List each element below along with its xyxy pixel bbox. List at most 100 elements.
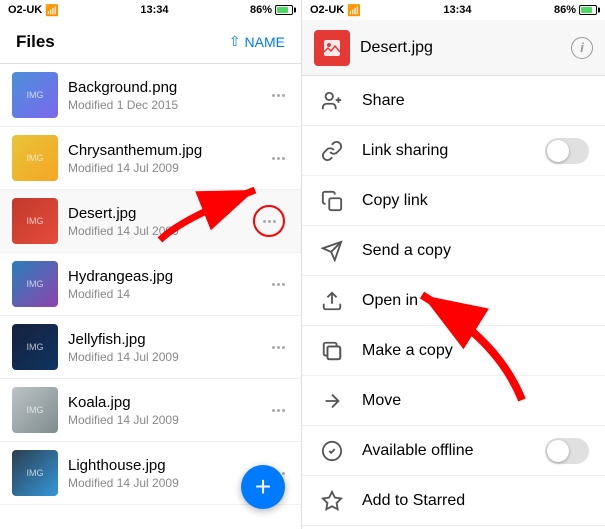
menu-item-available-offline[interactable]: Available offline — [302, 426, 605, 476]
right-header: Desert.jpg i — [302, 20, 605, 76]
file-item-chrysanthemum[interactable]: IMG Chrysanthemum.jpg Modified 14 Jul 20… — [0, 127, 301, 190]
menu-item-link-sharing[interactable]: Link sharing — [302, 126, 605, 176]
make-copy-icon — [318, 337, 346, 365]
right-carrier-label: O2-UK — [310, 4, 344, 16]
move-icon — [318, 387, 346, 415]
file-thumb-hydrangeas: IMG — [12, 261, 58, 307]
file-date-hydrangeas: Modified 14 — [68, 287, 258, 301]
file-name-lighthouse: Lighthouse.jpg — [68, 457, 258, 474]
file-thumb-desert: IMG — [12, 198, 58, 244]
file-more-desert[interactable] — [249, 201, 289, 241]
file-thumb-jellyfish: IMG — [12, 324, 58, 370]
move-label: Move — [362, 392, 589, 410]
file-more-background[interactable] — [268, 90, 289, 101]
header-filename: Desert.jpg — [360, 39, 561, 57]
file-item-desert[interactable]: IMG Desert.jpg Modified 14 Jul 2009 — [0, 190, 301, 253]
left-nav-bar: Files ⇧ NAME — [0, 20, 301, 64]
file-item-hydrangeas[interactable]: IMG Hydrangeas.jpg Modified 14 — [0, 253, 301, 316]
file-date-background: Modified 1 Dec 2015 — [68, 98, 258, 112]
file-date-lighthouse: Modified 14 Jul 2009 — [68, 476, 258, 490]
carrier-label: O2-UK — [8, 4, 42, 16]
right-status-bar-left: O2-UK 📶 — [310, 4, 361, 17]
menu-item-send-copy[interactable]: Send a copy — [302, 226, 605, 276]
file-date-koala: Modified 14 Jul 2009 — [68, 413, 258, 427]
link-sharing-label: Link sharing — [362, 142, 529, 160]
menu-item-make-copy[interactable]: Make a copy — [302, 326, 605, 376]
file-info-desert: Desert.jpg Modified 14 Jul 2009 — [68, 205, 239, 238]
open-in-icon — [318, 287, 346, 315]
right-battery-icon — [579, 5, 597, 15]
right-time-label: 13:34 — [443, 4, 471, 16]
file-name-hydrangeas: Hydrangeas.jpg — [68, 268, 258, 285]
sort-label: NAME — [245, 34, 285, 50]
make-copy-label: Make a copy — [362, 342, 589, 360]
right-panel: O2-UK 📶 13:34 86% Desert.jpg i — [302, 0, 605, 529]
add-starred-label: Add to Starred — [362, 492, 589, 510]
open-in-label: Open in — [362, 292, 589, 310]
copy-link-label: Copy link — [362, 192, 589, 210]
file-type-icon — [314, 30, 350, 66]
copy-link-icon — [318, 187, 346, 215]
file-info-koala: Koala.jpg Modified 14 Jul 2009 — [68, 394, 258, 427]
send-icon — [318, 237, 346, 265]
left-status-bar: O2-UK 📶 13:34 86% — [0, 0, 301, 20]
menu-item-add-starred[interactable]: Add to Starred — [302, 476, 605, 526]
battery-icon — [275, 5, 293, 15]
menu-item-copy-link[interactable]: Copy link — [302, 176, 605, 226]
file-info-jellyfish: Jellyfish.jpg Modified 14 Jul 2009 — [68, 331, 258, 364]
file-thumb-koala: IMG — [12, 387, 58, 433]
file-name-background: Background.png — [68, 79, 258, 96]
file-name-desert: Desert.jpg — [68, 205, 239, 222]
star-icon — [318, 487, 346, 515]
file-item-jellyfish[interactable]: IMG Jellyfish.jpg Modified 14 Jul 2009 — [0, 316, 301, 379]
file-info-hydrangeas: Hydrangeas.jpg Modified 14 — [68, 268, 258, 301]
file-date-chrysanthemum: Modified 14 Jul 2009 — [68, 161, 258, 175]
file-thumb-chrysanthemum: IMG — [12, 135, 58, 181]
info-icon[interactable]: i — [571, 37, 593, 59]
file-thumb-lighthouse: IMG — [12, 450, 58, 496]
available-offline-label: Available offline — [362, 442, 529, 460]
file-item-background[interactable]: IMG Background.png Modified 1 Dec 2015 — [0, 64, 301, 127]
menu-item-share[interactable]: Share — [302, 76, 605, 126]
image-icon — [322, 38, 342, 58]
file-info-chrysanthemum: Chrysanthemum.jpg Modified 14 Jul 2009 — [68, 142, 258, 175]
link-icon — [318, 137, 346, 165]
add-fab-button[interactable]: + — [241, 465, 285, 509]
sort-button[interactable]: ⇧ NAME — [229, 33, 285, 50]
files-title: Files — [16, 32, 55, 52]
time-label: 13:34 — [140, 4, 168, 16]
sort-up-icon: ⇧ — [229, 33, 241, 50]
file-date-jellyfish: Modified 14 Jul 2009 — [68, 350, 258, 364]
more-circle-highlight — [253, 205, 285, 237]
link-sharing-toggle[interactable] — [545, 138, 589, 164]
person-add-icon — [318, 87, 346, 115]
right-battery-percent: 86% — [554, 4, 576, 16]
menu-item-open-in[interactable]: Open in — [302, 276, 605, 326]
send-copy-label: Send a copy — [362, 242, 589, 260]
file-more-chrysanthemum[interactable] — [268, 153, 289, 164]
file-more-jellyfish[interactable] — [268, 342, 289, 353]
file-name-jellyfish: Jellyfish.jpg — [68, 331, 258, 348]
right-status-bar-right: 86% — [554, 4, 597, 16]
left-panel: O2-UK 📶 13:34 86% Files ⇧ NAME IMG Backg… — [0, 0, 302, 529]
wifi-icon: 📶 — [45, 4, 59, 17]
right-status-bar: O2-UK 📶 13:34 86% — [302, 0, 605, 20]
file-name-koala: Koala.jpg — [68, 394, 258, 411]
file-more-koala[interactable] — [268, 405, 289, 416]
checkmark-circle-icon — [318, 437, 346, 465]
battery-percent: 86% — [250, 4, 272, 16]
status-bar-right: 86% — [250, 4, 293, 16]
file-info-lighthouse: Lighthouse.jpg Modified 14 Jul 2009 — [68, 457, 258, 490]
file-name-chrysanthemum: Chrysanthemum.jpg — [68, 142, 258, 159]
menu-list: Share Link sharing Copy link — [302, 76, 605, 529]
file-more-hydrangeas[interactable] — [268, 279, 289, 290]
file-list: IMG Background.png Modified 1 Dec 2015 I… — [0, 64, 301, 529]
status-bar-left: O2-UK 📶 — [8, 4, 59, 17]
menu-item-move[interactable]: Move — [302, 376, 605, 426]
file-item-koala[interactable]: IMG Koala.jpg Modified 14 Jul 2009 — [0, 379, 301, 442]
right-wifi-icon: 📶 — [347, 4, 361, 17]
share-label: Share — [362, 92, 589, 110]
file-thumb-background: IMG — [12, 72, 58, 118]
file-info-background: Background.png Modified 1 Dec 2015 — [68, 79, 258, 112]
available-offline-toggle[interactable] — [545, 438, 589, 464]
